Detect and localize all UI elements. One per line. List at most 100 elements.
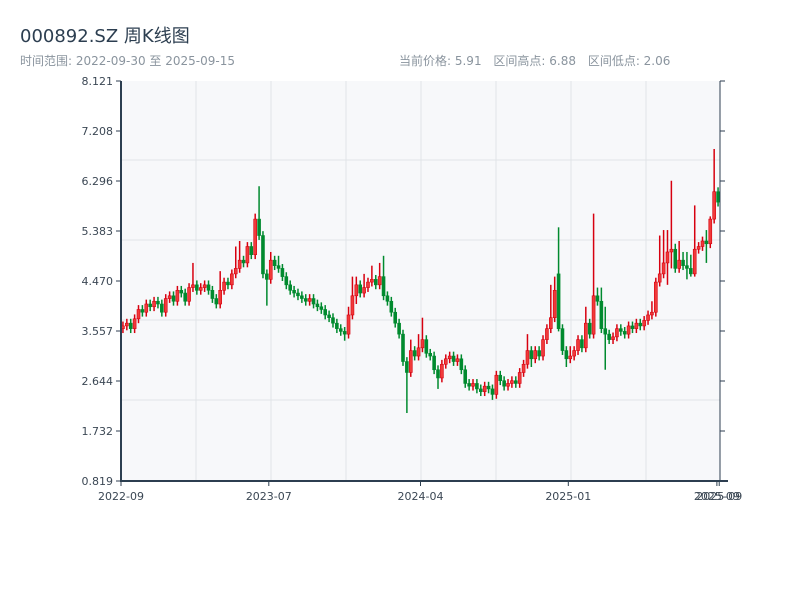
- candle-body: [685, 265, 689, 269]
- candle-body: [261, 235, 265, 275]
- candle-body: [572, 350, 576, 357]
- x-tick-label: 2024-04: [398, 490, 444, 503]
- candle-body: [510, 380, 514, 384]
- candle-body: [564, 350, 569, 360]
- candle-body: [533, 350, 538, 360]
- candle-body: [451, 355, 456, 362]
- candle-body: [556, 273, 561, 329]
- candle-body: [338, 328, 343, 332]
- candle-body: [630, 325, 635, 329]
- candle-body: [268, 259, 273, 280]
- y-tick-label: 7.208: [82, 125, 114, 138]
- candle-body: [478, 388, 483, 392]
- candle-body: [455, 358, 460, 362]
- candle-body: [704, 240, 709, 245]
- candle-body: [358, 284, 363, 294]
- candle-body: [160, 303, 164, 313]
- candle-body: [517, 372, 522, 384]
- candle-body: [552, 290, 557, 319]
- candle-body: [152, 300, 156, 308]
- candle-body: [148, 303, 152, 308]
- candle-body: [424, 339, 429, 354]
- candle-body: [475, 383, 479, 390]
- candle-body: [700, 240, 705, 247]
- y-tick-label: 0.819: [82, 475, 114, 488]
- candle-body: [245, 246, 250, 264]
- candle-body: [447, 355, 452, 360]
- candle-body: [486, 385, 491, 390]
- candle-body: [638, 322, 643, 327]
- candle-body: [370, 279, 374, 283]
- candle-body: [521, 363, 526, 373]
- candle-body: [467, 383, 471, 387]
- candle-body: [346, 314, 351, 335]
- candle-body: [385, 295, 390, 302]
- candle-body: [471, 383, 475, 387]
- candle-body: [622, 331, 627, 335]
- candle-body: [591, 295, 596, 335]
- candle-body: [315, 303, 320, 308]
- candle-body: [311, 298, 316, 305]
- candle-body: [230, 273, 234, 286]
- candle-body: [506, 383, 510, 387]
- candle-body: [580, 339, 584, 349]
- candle-body: [525, 350, 530, 365]
- candle-body: [432, 355, 436, 371]
- candle-body: [405, 361, 409, 373]
- candle-body: [673, 248, 678, 269]
- candle-body: [366, 281, 370, 288]
- candle-body: [615, 328, 619, 338]
- candle-body: [440, 363, 444, 379]
- candle-body: [545, 328, 549, 340]
- candle-body: [284, 276, 289, 286]
- candle-body: [712, 191, 716, 220]
- candle-body: [619, 328, 623, 332]
- candle-body: [296, 292, 300, 297]
- candle-body: [381, 276, 386, 297]
- candle-body: [163, 298, 168, 313]
- x-tick-label: 2025-09: [696, 490, 742, 503]
- candle-body: [191, 284, 195, 288]
- candle-body: [144, 303, 149, 313]
- candle-body: [482, 385, 487, 392]
- candle-body: [327, 314, 331, 319]
- candle-body: [587, 322, 592, 335]
- candle-body: [642, 320, 646, 327]
- candle-body: [373, 279, 378, 286]
- candle-body: [350, 295, 355, 316]
- candle-body: [681, 259, 685, 266]
- y-tick-label: 6.296: [82, 175, 114, 188]
- x-tick-label: 2023-07: [246, 490, 292, 503]
- candle-body: [241, 259, 246, 264]
- candle-body: [549, 317, 553, 329]
- candle-body: [136, 309, 141, 320]
- candle-body: [140, 309, 145, 313]
- candle-body: [187, 287, 191, 302]
- candle-body: [595, 295, 600, 302]
- candle-body: [626, 325, 631, 335]
- candle-body: [195, 284, 199, 291]
- y-tick-label: 3.557: [82, 325, 114, 338]
- candle-body: [128, 322, 133, 329]
- candle-body: [463, 369, 468, 384]
- candle-body: [377, 276, 382, 286]
- candle-body: [210, 290, 215, 299]
- x-tick-label: 2022-09: [98, 490, 144, 503]
- candle-body: [342, 331, 347, 335]
- candle-body: [459, 358, 464, 371]
- candlestick-chart: 0.819 1.732 2.644 3.557 4.470 5.383 6.296 7.208…: [82, 75, 743, 503]
- candle-body: [253, 218, 257, 256]
- candle-body: [175, 290, 180, 302]
- candle-body: [179, 290, 184, 294]
- candle-body: [280, 268, 285, 277]
- candle-body: [222, 281, 226, 291]
- candle-body: [568, 355, 573, 360]
- candle-body: [669, 248, 674, 253]
- candle-body: [708, 218, 713, 245]
- candle-body: [408, 350, 413, 373]
- candle-body: [490, 388, 495, 395]
- candle-body: [696, 246, 701, 250]
- candle-body: [611, 336, 615, 340]
- candle-body: [276, 265, 281, 269]
- candle-body: [171, 295, 176, 302]
